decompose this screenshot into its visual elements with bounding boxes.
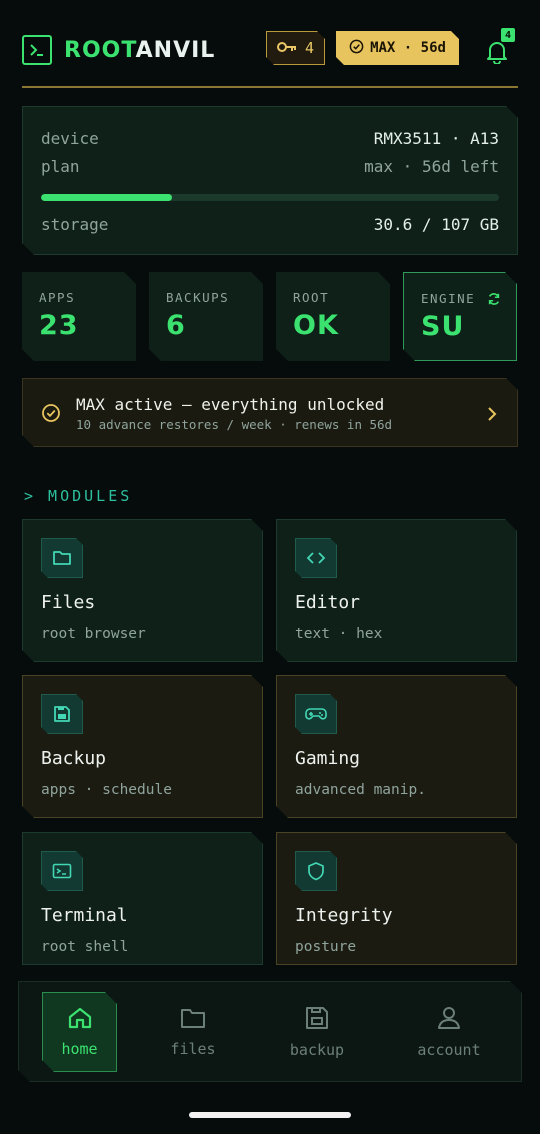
device-label: device [41, 129, 99, 148]
brand-anvil: ANVIL [135, 37, 216, 63]
module-subtitle: text · hex [295, 626, 383, 642]
bottom-nav: home files backup account [18, 981, 522, 1082]
module-subtitle: apps · schedule [41, 782, 172, 798]
device-card: device RMX3511 · A13 plan max · 56d left… [22, 106, 518, 255]
stat-root[interactable]: ROOT OK [276, 272, 390, 361]
refresh-icon[interactable] [487, 292, 501, 306]
module-terminal[interactable]: Terminal root shell [22, 832, 263, 965]
storage-progress-fill [41, 194, 172, 201]
keys-badge[interactable]: 4 [266, 31, 325, 65]
module-subtitle: advanced manip. [295, 782, 426, 798]
terminal-icon [41, 851, 83, 891]
shield-icon [295, 851, 337, 891]
nav-label: home [61, 1040, 98, 1058]
module-files[interactable]: Files root browser [22, 519, 263, 662]
plan-row: plan max · 56d left [41, 157, 499, 176]
header-divider [22, 86, 518, 88]
code-icon [295, 538, 337, 578]
brand-root: ROOT [64, 37, 136, 63]
stat-apps[interactable]: APPS 23 [22, 272, 136, 361]
module-title: Files [41, 592, 96, 613]
home-icon [67, 1006, 93, 1030]
notification-count-badge: 4 [501, 28, 515, 42]
plan-label: plan [41, 157, 80, 176]
nav-home[interactable]: home [42, 992, 117, 1072]
stat-label: BACKUPS [166, 290, 230, 305]
chevron-right-icon [487, 406, 497, 422]
storage-row: storage 30.6 / 107 GB [41, 215, 499, 234]
nav-label: files [170, 1040, 216, 1058]
module-title: Editor [295, 592, 361, 613]
save-icon [304, 1005, 330, 1031]
stat-label: ROOT [293, 290, 330, 305]
nav-label: backup [289, 1041, 345, 1059]
keys-count: 4 [304, 39, 315, 57]
home-indicator[interactable] [189, 1112, 351, 1118]
plan-badge[interactable]: MAX · 56d [336, 31, 459, 65]
nav-label: account [417, 1041, 481, 1059]
bell-icon [487, 42, 507, 64]
key-icon [277, 39, 297, 57]
terminal-logo-icon [22, 35, 52, 65]
module-integrity[interactable]: Integrity posture [276, 832, 517, 965]
plan-badge-label: MAX · 56d [370, 40, 446, 56]
stat-value: SU [421, 311, 465, 342]
check-circle-icon [349, 39, 364, 58]
brand-name: ROOTANVIL [64, 38, 215, 63]
module-title: Backup [41, 748, 107, 769]
module-subtitle: root shell [41, 939, 129, 955]
nav-account[interactable]: account [407, 992, 491, 1072]
gamepad-icon [295, 694, 337, 734]
storage-progress-bar [41, 194, 499, 201]
check-circle-icon [41, 403, 61, 423]
stat-label: APPS [39, 290, 76, 305]
stat-value: 23 [39, 310, 79, 341]
banner-title: MAX active — everything unlocked [76, 395, 385, 414]
folder-icon [179, 1006, 207, 1030]
module-editor[interactable]: Editor text · hex [276, 519, 517, 662]
section-title: > MODULES [24, 487, 133, 505]
nav-backup[interactable]: backup [277, 992, 357, 1072]
nav-files[interactable]: files [157, 992, 229, 1072]
module-subtitle: root browser [41, 626, 146, 642]
stat-label: ENGINE [421, 291, 476, 306]
banner-subtitle: 10 advance restores / week · renews in 5… [76, 417, 393, 432]
module-backup[interactable]: Backup apps · schedule [22, 675, 263, 818]
device-row: device RMX3511 · A13 [41, 129, 499, 148]
stat-backups[interactable]: BACKUPS 6 [149, 272, 263, 361]
max-active-banner[interactable]: MAX active — everything unlocked 10 adva… [22, 378, 518, 447]
module-subtitle: posture [295, 939, 357, 955]
app-header: ROOTANVIL 4 MAX · 56d [22, 28, 518, 72]
module-title: Integrity [295, 905, 393, 926]
save-icon [41, 694, 83, 734]
device-value: RMX3511 · A13 [373, 129, 499, 148]
stat-value: OK [293, 310, 339, 341]
stat-value: 6 [166, 310, 186, 341]
user-icon [436, 1005, 462, 1031]
module-title: Gaming [295, 748, 361, 769]
storage-label: storage [41, 215, 109, 234]
module-title: Terminal [41, 905, 128, 926]
storage-value: 30.6 / 107 GB [373, 215, 499, 234]
stat-engine[interactable]: ENGINE SU [403, 272, 517, 361]
folder-icon [41, 538, 83, 578]
plan-value: max · 56d left [364, 157, 499, 176]
module-gaming[interactable]: Gaming advanced manip. [276, 675, 517, 818]
